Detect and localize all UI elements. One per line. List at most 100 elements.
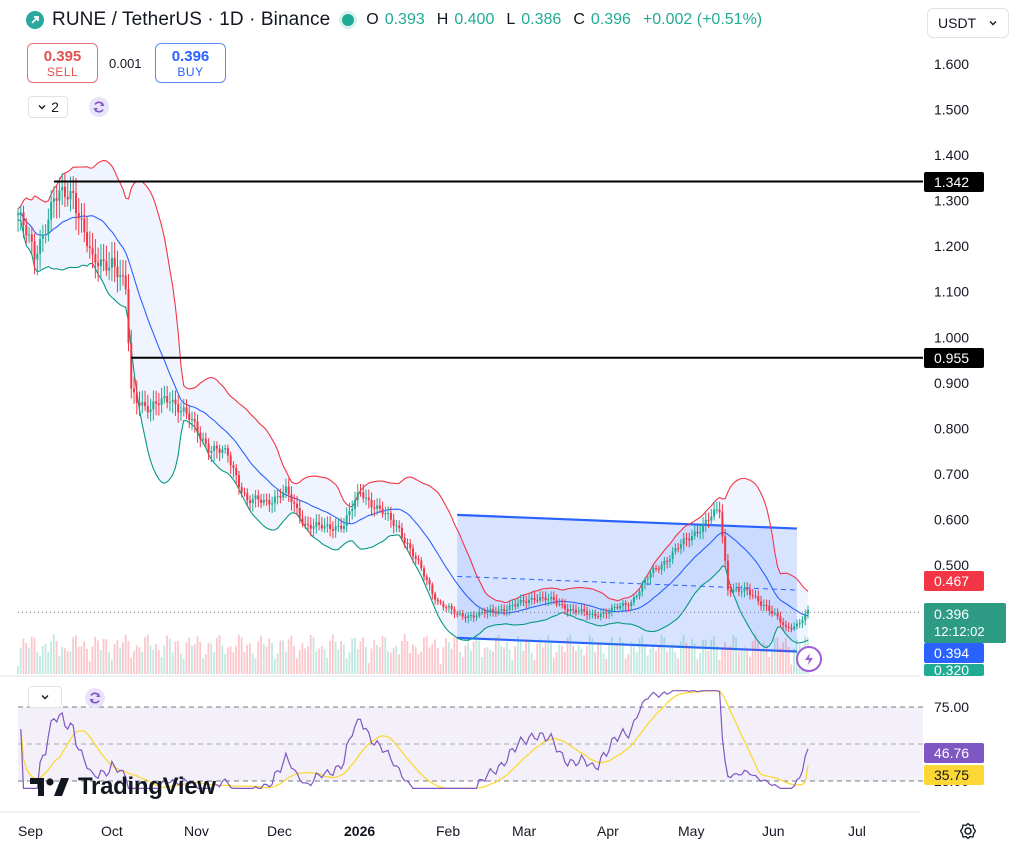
volume-bar — [591, 638, 594, 674]
sell-price: 0.395 — [43, 47, 82, 65]
rsi-cycle-button[interactable] — [85, 688, 105, 708]
candle-body — [563, 604, 566, 610]
candle-body — [668, 559, 671, 562]
cycle-icon — [93, 101, 105, 113]
ohlc-open: 0.393 — [384, 11, 425, 28]
volume-bar — [246, 644, 249, 674]
candle-body — [793, 626, 796, 630]
cycle-button[interactable] — [89, 97, 109, 117]
gear-icon[interactable] — [959, 822, 977, 840]
volume-bar — [315, 651, 318, 674]
volume-bar — [249, 643, 251, 674]
volume-bar — [337, 649, 340, 674]
volume-bar — [503, 647, 505, 674]
volume-bar — [188, 637, 191, 674]
volume-bar — [19, 647, 22, 674]
candle-body — [550, 597, 553, 600]
candle-body — [674, 548, 677, 552]
candle-body — [696, 531, 699, 534]
candle-body — [340, 525, 343, 529]
volume-bar — [594, 652, 597, 674]
candle-body — [141, 401, 144, 406]
candle-body — [58, 190, 61, 201]
ohlc-low: 0.386 — [521, 11, 562, 28]
volume-bar — [688, 647, 691, 674]
volume-bar — [345, 658, 348, 674]
volume-bar — [660, 634, 663, 674]
candle-body — [304, 523, 307, 525]
candle-body — [470, 615, 473, 617]
volume-bar — [202, 658, 204, 674]
volume-bar — [494, 637, 497, 674]
sell-button[interactable]: 0.395 SELL — [27, 43, 98, 83]
volume-bar — [168, 638, 171, 674]
volume-bar — [735, 636, 737, 674]
volume-bar — [163, 645, 166, 674]
volume-bar — [746, 648, 749, 674]
volume-bar — [638, 638, 641, 674]
candle-body — [428, 579, 431, 585]
candle-body — [760, 601, 763, 606]
chevron-down-icon — [41, 695, 49, 700]
candle-body — [525, 601, 528, 604]
symbol-title[interactable]: RUNE / TetherUS · 1D · Binance — [52, 9, 330, 31]
candle-body — [315, 522, 318, 527]
candle-body — [610, 607, 613, 612]
candle-body — [801, 620, 804, 624]
candle-body — [635, 596, 638, 598]
volume-bar — [284, 651, 287, 674]
price-tick-label: 1.300 — [934, 193, 969, 209]
volume-bar — [624, 658, 627, 674]
candle-body — [746, 588, 749, 590]
chart-canvas[interactable]: 1.600 1.500 1.400 1.300 1.200 1.100 1.000 0.900… — [0, 0, 1024, 849]
rsi-toggle-button[interactable] — [28, 686, 62, 708]
candle-body — [804, 613, 807, 621]
volume-bar — [160, 656, 163, 674]
candle-body — [168, 402, 171, 404]
candle-body — [157, 403, 160, 405]
candle-body — [677, 548, 680, 550]
tradingview-logo-icon — [30, 778, 69, 796]
candle-body — [735, 588, 738, 590]
volume-bar — [381, 635, 384, 674]
volume-bar — [635, 652, 638, 674]
rsi-value-tag: 46.76 — [924, 743, 984, 763]
candle-body — [36, 253, 39, 260]
volume-bar — [439, 664, 442, 674]
volume-bar — [784, 637, 787, 674]
candle-body — [30, 234, 33, 242]
candle-body — [566, 609, 569, 612]
volume-bar — [574, 651, 577, 674]
candle-body — [704, 519, 707, 525]
volume-bar — [566, 637, 569, 674]
volume-bar — [326, 657, 329, 674]
volume-bar — [138, 647, 141, 674]
candle-body — [320, 524, 323, 529]
candle-body — [751, 594, 754, 596]
alert-bolt-button[interactable] — [796, 646, 822, 672]
volume-bar — [668, 646, 671, 674]
volume-bar — [690, 639, 693, 674]
candle-body — [284, 486, 287, 493]
candle-body — [574, 609, 577, 613]
ohlc-values: O 0.393 H 0.400 L 0.386 C 0.396 +0.002 (+0.5… — [366, 11, 768, 29]
volume-bar — [561, 645, 563, 674]
volume-bar — [41, 646, 44, 674]
candle-body — [632, 597, 635, 603]
volume-bar — [514, 646, 517, 674]
volume-bar — [301, 643, 304, 674]
candle-body — [790, 627, 793, 630]
candle-body — [91, 248, 94, 255]
volume-bar — [481, 656, 483, 674]
volume-bar — [547, 635, 550, 674]
candle-body — [182, 407, 185, 411]
indicators-toggle-button[interactable]: 2 — [28, 96, 68, 118]
candle-body — [599, 613, 602, 618]
buy-button[interactable]: 0.396 BUY — [155, 43, 226, 83]
volume-bar — [25, 643, 28, 674]
currency-select[interactable]: USDT — [927, 8, 1009, 38]
volume-bar — [146, 634, 149, 674]
candle-body — [406, 542, 409, 544]
candle-body — [431, 584, 434, 594]
volume-bar — [555, 652, 558, 674]
